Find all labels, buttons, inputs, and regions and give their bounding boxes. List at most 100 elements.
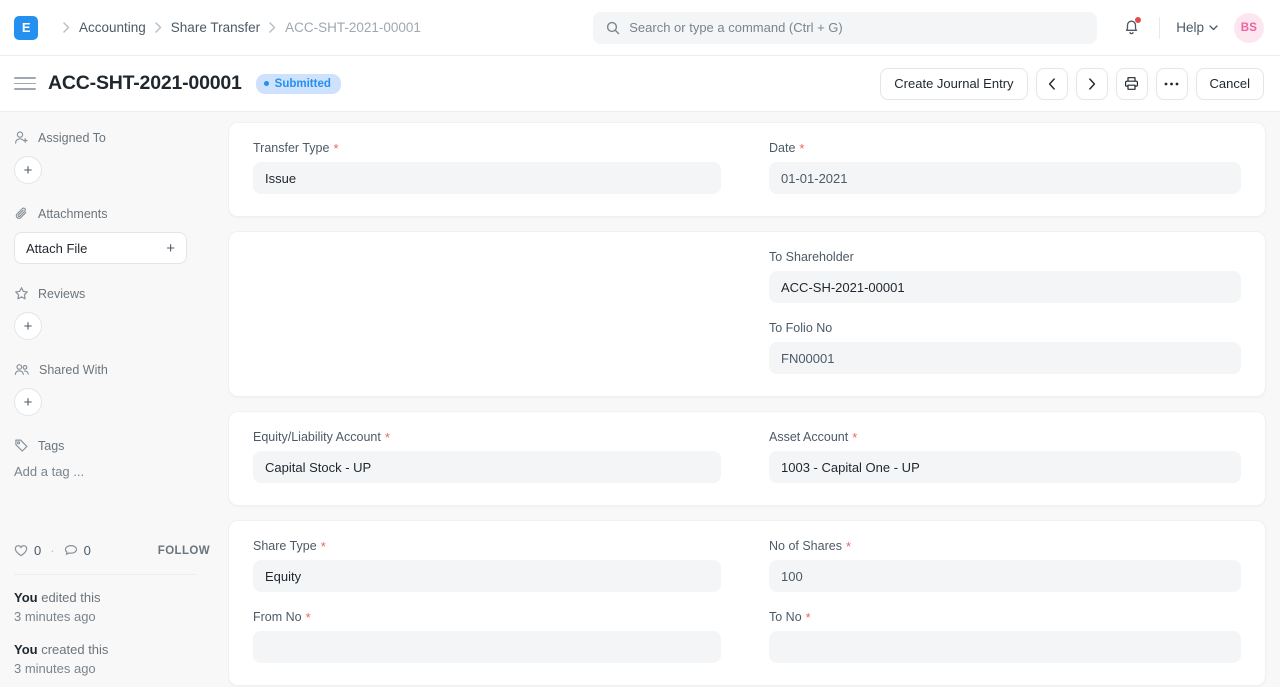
form-column-left: Share Type * Equity From No * <box>253 539 747 663</box>
to-no-input[interactable] <box>769 631 1241 663</box>
label-text: No of Shares <box>769 539 842 553</box>
tags-header: Tags <box>14 438 210 453</box>
engagement-bar: 0 · 0 FOLLOW <box>14 543 210 558</box>
sidebar-section-tags: Tags Add a tag ... <box>14 438 210 479</box>
reviews-header: Reviews <box>14 286 210 301</box>
label-text: To Shareholder <box>769 250 854 264</box>
print-button[interactable] <box>1116 68 1148 100</box>
app-root: E Accounting Share Transfer ACC-SHT-2021… <box>0 0 1280 687</box>
no-of-shares-input[interactable]: 100 <box>769 560 1241 592</box>
field-no-of-shares: No of Shares * 100 <box>769 539 1241 592</box>
status-badge-label: Submitted <box>275 78 331 90</box>
add-assignment-button[interactable]: + <box>14 156 42 184</box>
field-label: Date * <box>769 141 1241 155</box>
form-section-share-details: Share Type * Equity From No * <box>228 520 1266 686</box>
form-column-right: Asset Account * 1003 - Capital One - UP <box>747 430 1241 483</box>
activity-actor: You <box>14 642 38 657</box>
form-column-left: Equity/Liability Account * Capital Stock… <box>253 430 747 483</box>
star-icon <box>14 286 29 301</box>
plus-icon: + <box>166 240 175 257</box>
attachments-label: Attachments <box>38 207 107 221</box>
search-box[interactable] <box>593 12 1097 44</box>
page-actions: Create Journal Entry Cancel <box>880 68 1264 100</box>
activity-time: 3 minutes ago <box>14 660 210 679</box>
notification-indicator-dot <box>1135 17 1141 23</box>
chevron-right-icon <box>63 22 70 33</box>
attach-file-label: Attach File <box>26 241 87 256</box>
comment-icon <box>64 544 78 557</box>
required-asterisk: * <box>846 540 851 553</box>
form-layout: Transfer Type * Issue Date * 01 <box>228 112 1280 687</box>
form-column-left-empty <box>253 250 747 374</box>
breadcrumb: Accounting Share Transfer ACC-SHT-2021-0… <box>54 20 421 35</box>
activity-item: You edited this 3 minutes ago <box>14 589 210 627</box>
from-no-input[interactable] <box>253 631 721 663</box>
cancel-button[interactable]: Cancel <box>1196 68 1264 100</box>
heart-icon <box>14 544 28 557</box>
create-journal-entry-button[interactable]: Create Journal Entry <box>880 68 1027 100</box>
previous-document-button[interactable] <box>1036 68 1068 100</box>
to-shareholder-input[interactable]: ACC-SH-2021-00001 <box>769 271 1241 303</box>
field-label: To Folio No <box>769 321 1241 335</box>
field-label: Asset Account * <box>769 430 1241 444</box>
engagement-separator: · <box>50 543 54 558</box>
form-column-right: Date * 01-01-2021 <box>747 141 1241 194</box>
user-avatar[interactable]: BS <box>1234 13 1264 43</box>
field-label: No of Shares * <box>769 539 1241 553</box>
asset-account-input[interactable]: 1003 - Capital One - UP <box>769 451 1241 483</box>
shared-with-label: Shared With <box>39 363 108 377</box>
required-asterisk: * <box>806 611 811 624</box>
activity-time: 3 minutes ago <box>14 608 210 627</box>
attach-file-button[interactable]: Attach File + <box>14 232 187 264</box>
erpnext-logo-icon[interactable]: E <box>14 16 38 40</box>
form-section-shareholder: To Shareholder ACC-SH-2021-00001 To Foli… <box>228 231 1266 397</box>
notifications-button[interactable] <box>1119 16 1143 40</box>
required-asterisk: * <box>333 142 338 155</box>
label-text: From No <box>253 610 302 624</box>
add-tag-input[interactable]: Add a tag ... <box>14 464 210 479</box>
like-button[interactable]: 0 <box>14 543 41 558</box>
attachments-header: Attachments <box>14 206 210 221</box>
breadcrumb-item-current: ACC-SHT-2021-00001 <box>285 20 421 35</box>
people-icon <box>14 362 30 377</box>
assigned-to-label: Assigned To <box>38 131 106 145</box>
more-actions-button[interactable] <box>1156 68 1188 100</box>
label-text: To No <box>769 610 802 624</box>
add-share-button[interactable]: + <box>14 388 42 416</box>
page-title: ACC-SHT-2021-00001 <box>48 72 242 95</box>
chevron-right-icon <box>155 22 162 33</box>
sidebar-toggle-icon[interactable] <box>14 77 36 90</box>
required-asterisk: * <box>385 431 390 444</box>
form-column-right: No of Shares * 100 To No * <box>747 539 1241 663</box>
add-review-button[interactable]: + <box>14 312 42 340</box>
transfer-type-input[interactable]: Issue <box>253 162 721 194</box>
date-input[interactable]: 01-01-2021 <box>769 162 1241 194</box>
status-dot-icon <box>264 81 269 86</box>
field-date: Date * 01-01-2021 <box>769 141 1241 194</box>
breadcrumb-item-share-transfer[interactable]: Share Transfer <box>171 20 260 35</box>
to-folio-no-input[interactable]: FN00001 <box>769 342 1241 374</box>
logo-glyph: E <box>22 21 30 34</box>
comment-button[interactable]: 0 <box>64 543 91 558</box>
field-to-shareholder: To Shareholder ACC-SH-2021-00001 <box>769 250 1241 303</box>
page-header: ACC-SHT-2021-00001 Submitted Create Jour… <box>0 56 1280 112</box>
breadcrumb-item-accounting[interactable]: Accounting <box>79 20 146 35</box>
search-input[interactable] <box>629 20 1084 35</box>
field-label: Transfer Type * <box>253 141 721 155</box>
share-type-input[interactable]: Equity <box>253 560 721 592</box>
field-to-no: To No * <box>769 610 1241 663</box>
label-text: Share Type <box>253 539 317 553</box>
activity-action: edited this <box>41 590 100 605</box>
sidebar-section-shared-with: Shared With + <box>14 362 210 416</box>
field-label: From No * <box>253 610 721 624</box>
form-section-accounts: Equity/Liability Account * Capital Stock… <box>228 411 1266 506</box>
top-navbar: E Accounting Share Transfer ACC-SHT-2021… <box>0 0 1280 56</box>
help-menu[interactable]: Help <box>1176 20 1218 35</box>
assigned-to-header: Assigned To <box>14 130 210 145</box>
activity-actor: You <box>14 590 38 605</box>
status-badge: Submitted <box>256 74 341 94</box>
next-document-button[interactable] <box>1076 68 1108 100</box>
follow-button[interactable]: FOLLOW <box>158 545 210 557</box>
equity-liability-account-input[interactable]: Capital Stock - UP <box>253 451 721 483</box>
label-text: To Folio No <box>769 321 832 335</box>
